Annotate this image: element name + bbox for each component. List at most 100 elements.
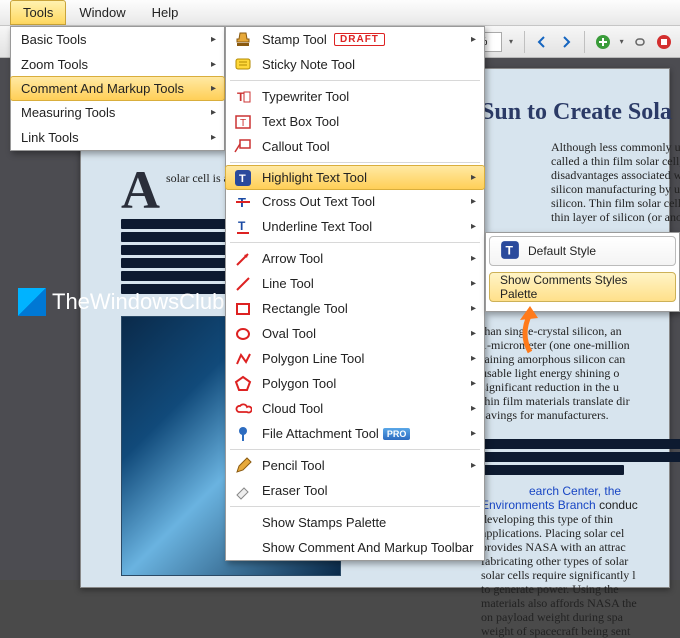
body-text: silicon. Thin film solar cells are: [551, 196, 680, 210]
menu-item-arrow-tool[interactable]: Arrow Tool▸: [226, 246, 484, 271]
typewriter-icon: T: [234, 88, 252, 106]
watermark-text: TheWindowsClub: [52, 289, 224, 315]
body-text: thin film materials translate dir: [481, 394, 680, 408]
body-text: called a thin film solar cell, can c: [551, 154, 680, 168]
highlight-icon: T: [234, 169, 252, 187]
add-button[interactable]: [593, 31, 613, 53]
body-text: applications. Placing solar cel: [481, 526, 680, 540]
menu-item-default-style[interactable]: T Default Style: [489, 236, 676, 266]
callout-icon: [234, 138, 252, 156]
menu-item-line-tool[interactable]: Line Tool▸: [226, 271, 484, 296]
watermark-logo-icon: [18, 288, 46, 316]
svg-text:T: T: [239, 173, 246, 185]
menu-item-crossout-tool[interactable]: TCross Out Text Tool▸: [226, 189, 484, 214]
body-text: Environments Branch conduc: [481, 498, 680, 512]
separator: [230, 449, 480, 450]
separator: [230, 162, 480, 163]
separator: [230, 242, 480, 243]
menu-item-measuring-tools[interactable]: Measuring Tools▸: [11, 100, 224, 125]
polygon-icon: [234, 375, 252, 393]
body-text: disadvantages associated with m: [551, 168, 680, 182]
strikethrough-icon: T: [234, 193, 252, 211]
menu-item-oval-tool[interactable]: Oval Tool▸: [226, 321, 484, 346]
sticky-note-icon: [234, 56, 252, 74]
body-text: thin layer of silicon (or another: [551, 210, 680, 224]
body-text: to generate power. Using the: [481, 582, 680, 596]
redacted-line: [481, 439, 680, 449]
menu-item-eraser-tool[interactable]: Eraser Tool: [226, 478, 484, 503]
highlight-style-icon: T: [500, 240, 520, 263]
menu-item-zoom-tools[interactable]: Zoom Tools▸: [11, 52, 224, 77]
body-text: provides NASA with an attrac: [481, 540, 680, 554]
body-text: Although less commonly use: [551, 140, 680, 154]
body-text: materials also affords NASA the: [481, 596, 680, 610]
separator: [230, 80, 480, 81]
menu-item-typewriter-tool[interactable]: TTypewriter Tool: [226, 84, 484, 109]
pushpin-icon: [234, 425, 252, 443]
body-text: fabricating other types of solar: [481, 554, 680, 568]
menu-item-underline-tool[interactable]: TUnderline Text Tool▸: [226, 214, 484, 239]
menu-item-show-stamps-palette[interactable]: Show Stamps Palette: [226, 510, 484, 535]
menu-help[interactable]: Help: [139, 0, 192, 25]
annotation-arrow-icon: [510, 304, 544, 359]
body-text: on payload weight during spa: [481, 610, 680, 624]
arrow-icon: [234, 250, 252, 268]
zoom-percent-dropdown[interactable]: [506, 31, 515, 53]
menu-item-show-comments-styles-palette[interactable]: Show Comments Styles Palette: [489, 272, 676, 302]
next-page-button[interactable]: [556, 31, 576, 53]
stop-button[interactable]: [654, 31, 674, 53]
highlight-style-submenu: T Default Style Show Comments Styles Pal…: [485, 232, 680, 312]
rectangle-icon: [234, 300, 252, 318]
textbox-icon: T: [234, 113, 252, 131]
menu-item-polyline-tool[interactable]: Polygon Line Tool▸: [226, 346, 484, 371]
separator: [584, 31, 585, 53]
menu-item-comment-markup-tools[interactable]: Comment And Markup Tools▸: [10, 76, 225, 101]
stamp-icon: [234, 31, 252, 49]
menu-item-highlight-text-tool[interactable]: THighlight Text Tool▸: [225, 165, 485, 190]
draft-badge: DRAFT: [334, 33, 385, 46]
menu-item-basic-tools[interactable]: Basic Tools▸: [11, 27, 224, 52]
redacted-line: [481, 452, 680, 462]
menu-item-textbox-tool[interactable]: TText Box Tool: [226, 109, 484, 134]
svg-text:T: T: [240, 118, 246, 129]
article-title: Sun to Create Sola: [481, 99, 680, 126]
menu-item-show-markup-toolbar[interactable]: Show Comment And Markup Toolbar: [226, 535, 484, 560]
eraser-icon: [234, 482, 252, 500]
body-text: silicon manufacturing by usin: [551, 182, 680, 196]
line-icon: [234, 275, 252, 293]
body-text: xxxxxxxxearch Center, the: [481, 484, 680, 498]
body-text: savings for manufacturers.: [481, 408, 680, 422]
menu-item-pencil-tool[interactable]: Pencil Tool▸: [226, 453, 484, 478]
separator: [230, 506, 480, 507]
comment-markup-submenu: Stamp Tool DRAFT▸ Sticky Note Tool TType…: [225, 26, 485, 561]
menu-item-rectangle-tool[interactable]: Rectangle Tool▸: [226, 296, 484, 321]
dropcap: A: [121, 169, 160, 212]
pro-badge: PRO: [383, 428, 411, 440]
svg-text:T: T: [238, 219, 246, 233]
menubar: Tools Window Help: [0, 0, 680, 26]
link-tool-button[interactable]: [630, 31, 650, 53]
menu-item-file-attachment-tool[interactable]: File Attachment ToolPRO▸: [226, 421, 484, 446]
watermark: TheWindowsClub: [18, 288, 224, 316]
menu-item-sticky-note-tool[interactable]: Sticky Note Tool: [226, 52, 484, 77]
menu-item-callout-tool[interactable]: Callout Tool: [226, 134, 484, 159]
menu-item-cloud-tool[interactable]: Cloud Tool▸: [226, 396, 484, 421]
menu-item-polygon-tool[interactable]: Polygon Tool▸: [226, 371, 484, 396]
body-text: weight of spacecraft being sent: [481, 624, 680, 638]
prev-page-button[interactable]: [532, 31, 552, 53]
separator: [524, 31, 525, 53]
add-dropdown[interactable]: [617, 31, 626, 53]
menu-item-stamp-tool[interactable]: Stamp Tool DRAFT▸: [226, 27, 484, 52]
menu-tools[interactable]: Tools: [10, 0, 66, 25]
menu-window[interactable]: Window: [66, 0, 138, 25]
body-text: usable light energy shining o: [481, 366, 680, 380]
body-text: developing this type of thin: [481, 512, 680, 526]
cloud-icon: [234, 400, 252, 418]
pencil-icon: [234, 457, 252, 475]
tools-menu: Basic Tools▸ Zoom Tools▸ Comment And Mar…: [10, 26, 225, 151]
oval-icon: [234, 325, 252, 343]
polyline-icon: [234, 350, 252, 368]
redacted-line: [481, 465, 624, 475]
body-text: significant reduction in the u: [481, 380, 680, 394]
menu-item-link-tools[interactable]: Link Tools▸: [11, 125, 224, 150]
